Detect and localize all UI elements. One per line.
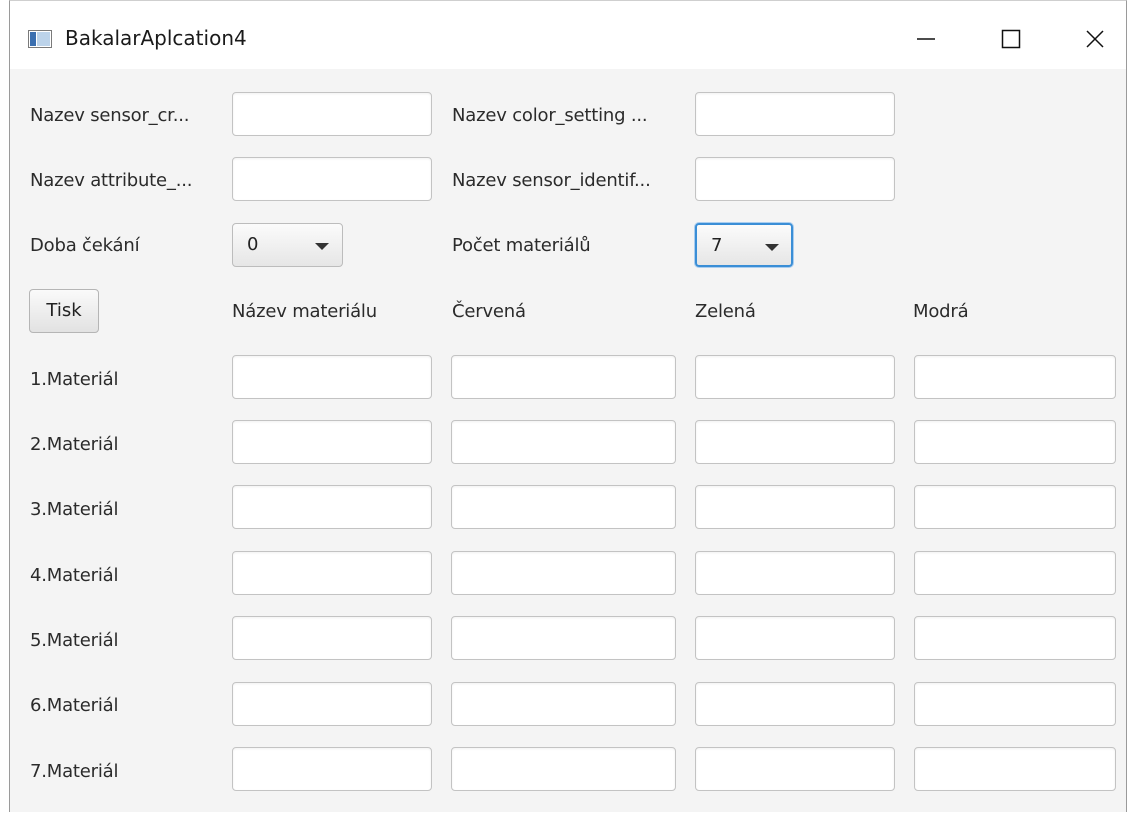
material-name-input[interactable] xyxy=(232,355,432,399)
blue-input[interactable] xyxy=(914,420,1116,464)
header-red: Červená xyxy=(452,301,526,322)
color-setting-input[interactable] xyxy=(695,92,895,136)
material-name-input[interactable] xyxy=(232,616,432,660)
green-input[interactable] xyxy=(695,682,895,726)
header-green: Zelená xyxy=(695,301,756,322)
material-row-label: 6.Materiál xyxy=(30,695,119,716)
app-window: BakalarAplcation4 Nazev sensor_cr... Naz… xyxy=(9,0,1127,812)
red-input[interactable] xyxy=(451,485,676,529)
material-name-input[interactable] xyxy=(232,747,432,791)
sensor-cr-label: Nazev sensor_cr... xyxy=(30,105,190,126)
maximize-button[interactable] xyxy=(988,19,1034,59)
material-count-select[interactable]: 7 xyxy=(695,223,793,267)
material-name-input[interactable] xyxy=(232,485,432,529)
material-row-label: 4.Materiál xyxy=(30,565,119,586)
green-input[interactable] xyxy=(695,355,895,399)
java-app-icon xyxy=(28,30,52,48)
red-input[interactable] xyxy=(451,747,676,791)
green-input[interactable] xyxy=(695,420,895,464)
blue-input[interactable] xyxy=(914,355,1116,399)
material-row-label: 1.Materiál xyxy=(30,369,119,390)
material-row-label: 5.Materiál xyxy=(30,630,119,651)
maximize-icon xyxy=(1001,29,1021,49)
header-material-name: Název materiálu xyxy=(232,301,377,322)
blue-input[interactable] xyxy=(914,616,1116,660)
material-name-input[interactable] xyxy=(232,551,432,595)
red-input[interactable] xyxy=(451,420,676,464)
wait-time-value: 0 xyxy=(247,234,259,255)
material-row-label: 7.Materiál xyxy=(30,761,119,782)
material-count-label: Počet materiálů xyxy=(452,235,591,256)
material-row-label: 2.Materiál xyxy=(30,434,119,455)
material-name-input[interactable] xyxy=(232,682,432,726)
green-input[interactable] xyxy=(695,551,895,595)
title-bar[interactable]: BakalarAplcation4 xyxy=(10,1,1126,69)
red-input[interactable] xyxy=(451,682,676,726)
red-input[interactable] xyxy=(451,551,676,595)
sensor-identif-input[interactable] xyxy=(695,157,895,201)
window-title: BakalarAplcation4 xyxy=(65,26,247,50)
red-input[interactable] xyxy=(451,616,676,660)
wait-time-label: Doba čekání xyxy=(30,235,140,256)
red-input[interactable] xyxy=(451,355,676,399)
green-input[interactable] xyxy=(695,485,895,529)
header-blue: Modrá xyxy=(913,301,969,322)
print-button[interactable]: Tisk xyxy=(29,289,99,333)
material-count-value: 7 xyxy=(711,235,723,256)
color-setting-label: Nazev color_setting ... xyxy=(452,105,648,126)
chevron-down-icon xyxy=(765,244,779,251)
blue-input[interactable] xyxy=(914,485,1116,529)
blue-input[interactable] xyxy=(914,551,1116,595)
blue-input[interactable] xyxy=(914,747,1116,791)
close-button[interactable] xyxy=(1072,19,1118,59)
close-icon xyxy=(1086,30,1104,48)
blue-input[interactable] xyxy=(914,682,1116,726)
chevron-down-icon xyxy=(315,243,329,250)
minimize-icon xyxy=(917,38,935,40)
sensor-cr-input[interactable] xyxy=(232,92,432,136)
green-input[interactable] xyxy=(695,747,895,791)
wait-time-select[interactable]: 0 xyxy=(232,223,343,267)
green-input[interactable] xyxy=(695,616,895,660)
material-row-label: 3.Materiál xyxy=(30,499,119,520)
attribute-label: Nazev attribute_... xyxy=(30,170,193,191)
sensor-identif-label: Nazev sensor_identif... xyxy=(452,170,651,191)
minimize-button[interactable] xyxy=(903,19,949,59)
material-name-input[interactable] xyxy=(232,420,432,464)
attribute-input[interactable] xyxy=(232,157,432,201)
